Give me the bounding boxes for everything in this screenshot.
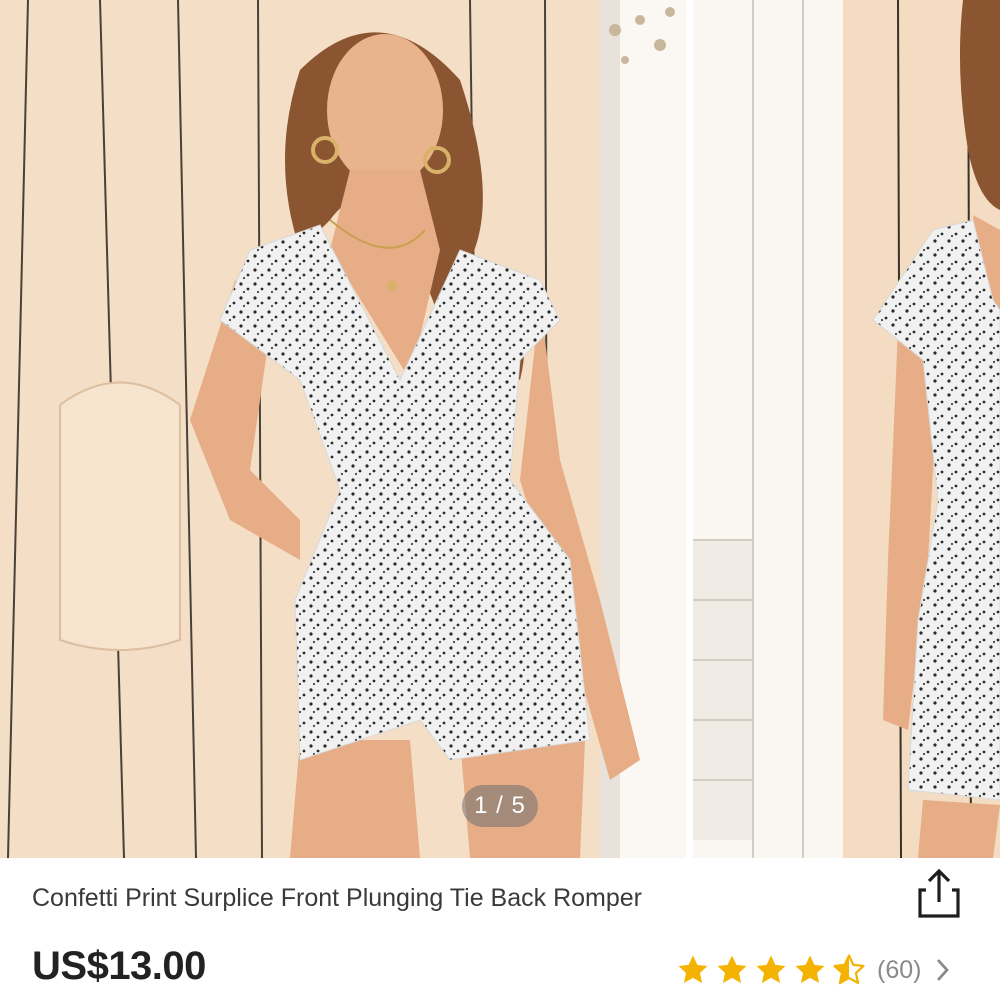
image-counter: 1 / 5 xyxy=(462,785,538,827)
share-button[interactable] xyxy=(912,866,966,922)
product-price: US$13.00 xyxy=(32,944,206,988)
star-icon xyxy=(793,953,827,987)
star-icon xyxy=(754,953,788,987)
rating-summary[interactable]: (60) xyxy=(676,950,976,990)
product-image-front[interactable] xyxy=(0,0,686,858)
chevron-right-icon xyxy=(935,957,951,983)
star-half-icon xyxy=(832,953,866,987)
product-image-back[interactable] xyxy=(693,0,1000,858)
share-icon xyxy=(918,868,960,918)
star-icon xyxy=(715,953,749,987)
rating-count: (60) xyxy=(877,955,922,984)
product-image-gallery[interactable]: 1 / 5 xyxy=(0,0,1000,858)
product-title: Confetti Print Surplice Front Plunging T… xyxy=(32,884,642,912)
star-icon xyxy=(676,953,710,987)
